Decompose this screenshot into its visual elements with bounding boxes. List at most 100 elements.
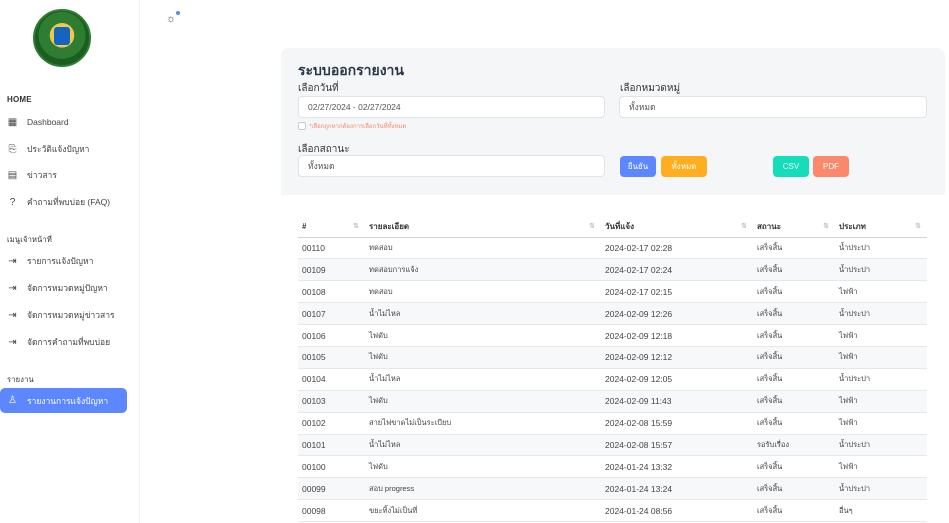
cell-type: ไฟฟ้า — [835, 346, 927, 369]
sidebar-item-dashboard[interactable]: ▦ Dashboard — [0, 111, 127, 133]
cell-status: เสร็จสิ้น — [753, 346, 835, 369]
cell-id: 00108 — [298, 280, 365, 304]
sidebar-item-label: จัดการหมวดหมู่ข่าวสาร — [27, 310, 115, 320]
cell-date: 2024-02-09 12:05 — [601, 368, 753, 391]
sidebar-item-news[interactable]: ▤ ข่าวสาร — [0, 164, 127, 186]
cell-id: 00101 — [298, 434, 365, 457]
cell-detail: ไฟดับ — [365, 324, 601, 347]
cell-status: เสร็จสิ้น — [753, 324, 835, 347]
cell-status: เสร็จสิ้น — [753, 368, 835, 391]
cell-detail: ไฟดับ — [365, 455, 601, 479]
table-row[interactable]: 00110 ทดสอบ 2024-02-17 02:28 เสร็จสิ้น น้ำปร… — [298, 237, 927, 260]
cell-type: น้ำประปา — [835, 368, 927, 391]
export-pdf-button[interactable]: PDF — [813, 156, 849, 177]
category-select[interactable]: ทั้งหมด — [619, 96, 927, 118]
login-icon: ⇥ — [8, 255, 17, 267]
cell-type: น้ำประปา — [835, 434, 927, 457]
sidebar-item-faq-manage[interactable]: ⇥ จัดการคำถามที่พบบ่อย — [0, 331, 127, 353]
cell-status: เสร็จสิ้น — [753, 499, 835, 523]
table-row[interactable]: 00105 ไฟดับ 2024-02-09 12:12 เสร็จสิ้น ไฟฟ้า — [298, 346, 927, 369]
column-header-status[interactable]: สถานะ ⇅ — [753, 216, 835, 238]
cell-detail: ไฟดับ — [365, 346, 601, 369]
municipality-logo — [33, 9, 91, 67]
cell-date: 2024-02-09 12:12 — [601, 346, 753, 369]
cell-id: 00110 — [298, 237, 365, 260]
all-dates-checkbox[interactable] — [298, 122, 306, 130]
cell-type: น้ำประปา — [835, 237, 927, 260]
cell-id: 00099 — [298, 477, 365, 501]
column-header-date[interactable]: วันที่แจ้ง ⇅ — [601, 216, 753, 238]
column-header-id[interactable]: # ⇅ — [298, 216, 365, 238]
cell-status: เสร็จสิ้น — [753, 280, 835, 304]
cell-date: 2024-02-08 15:59 — [601, 412, 753, 435]
cell-status: เสร็จสิ้น — [753, 237, 835, 260]
table-row[interactable]: 00098 ขยะทิ้งไม่เป็นที่ 2024-01-24 08:56 เส… — [298, 499, 927, 523]
cell-detail: น้ำไม่ไหล — [365, 434, 601, 457]
cell-status: เสร็จสิ้น — [753, 412, 835, 435]
sort-icon: ⇅ — [823, 223, 829, 230]
report-card: ระบบออกรายงาน เลือกวันที่ 02/27/2024 - 0… — [281, 48, 945, 523]
column-header-type[interactable]: ประเภท ⇅ — [835, 216, 927, 238]
report-table: # ⇅ รายละเอียด ⇅ วันที่แจ้ง ⇅ สถานะ ⇅ ประเภท… — [298, 216, 927, 523]
date-range-input[interactable]: 02/27/2024 - 02/27/2024 — [298, 96, 605, 118]
cell-detail: สายไฟขาดไม่เป็นระเบียบ — [365, 412, 601, 435]
sidebar-item-faq[interactable]: ? คำถามที่พบบ่อย (FAQ) — [0, 191, 127, 213]
cell-type: อื่นๆ — [835, 499, 927, 523]
table-row[interactable]: 00106 ไฟดับ 2024-02-09 12:18 เสร็จสิ้น ไฟฟ้า — [298, 324, 927, 347]
history-icon: ⎘ — [8, 143, 17, 155]
cell-status: รอรับเรื่อง — [753, 434, 835, 457]
table-row[interactable]: 00102 สายไฟขาดไม่เป็นระเบียบ 2024-02-08 15… — [298, 412, 927, 435]
table-row[interactable]: 00101 น้ำไม่ไหล 2024-02-08 15:57 รอรับเรื่อ… — [298, 434, 927, 457]
cell-id: 00100 — [298, 455, 365, 479]
cell-type: ไฟฟ้า — [835, 324, 927, 347]
status-select[interactable]: ทั้งหมด — [298, 155, 605, 177]
cell-detail: น้ำไม่ไหล — [365, 368, 601, 391]
sidebar-item-label: Dashboard — [27, 117, 69, 127]
cell-id: 00107 — [298, 302, 365, 326]
table-row[interactable]: 00108 ทดสอบ 2024-02-17 02:15 เสร็จสิ้น ไฟฟ้า — [298, 280, 927, 304]
confirm-button[interactable]: ยืนยัน — [620, 156, 656, 177]
cell-type: น้ำประปา — [835, 477, 927, 501]
notification-bell-icon[interactable]: ☼ — [166, 11, 180, 25]
cell-type: ไฟฟ้า — [835, 455, 927, 479]
export-csv-button[interactable]: CSV — [773, 156, 809, 177]
date-label: เลือกวันที่ — [298, 83, 339, 94]
login-icon: ⇥ — [8, 282, 17, 294]
sidebar-item-label: จัดการคำถามที่พบบ่อย — [27, 337, 111, 347]
cell-detail: ขยะทิ้งไม่เป็นที่ — [365, 499, 601, 523]
menu-header-home: HOME — [7, 95, 32, 104]
table-row[interactable]: 00109 ทดสอบการแจ้ง 2024-02-17 02:24 เสร็จสิ… — [298, 258, 927, 282]
sidebar-item-history[interactable]: ⎘ ประวัติแจ้งปัญหา — [0, 138, 127, 160]
cell-status: เสร็จสิ้น — [753, 455, 835, 479]
user-icon: ♙ — [8, 395, 17, 406]
table-row[interactable]: 00107 น้ำไม่ไหล 2024-02-09 12:26 เสร็จสิ้นน… — [298, 302, 927, 326]
table-body: 00110 ทดสอบ 2024-02-17 02:28 เสร็จสิ้น น้ำปร… — [298, 237, 927, 523]
filter-panel: ระบบออกรายงาน เลือกวันที่ 02/27/2024 - 0… — [281, 48, 945, 195]
sidebar-item-problem-list[interactable]: ⇥ รายการแจ้งปัญหา — [0, 250, 127, 272]
page-title: ระบบออกรายงาน — [298, 62, 404, 78]
date-hint[interactable]: *เลือกถูกหากต้องการเลือกวันที่ทั้งหมด — [298, 121, 406, 131]
cell-status: เสร็จสิ้น — [753, 258, 835, 282]
column-header-detail[interactable]: รายละเอียด ⇅ — [365, 216, 601, 238]
cell-date: 2024-01-24 08:56 — [601, 499, 753, 523]
cell-status: เสร็จสิ้น — [753, 302, 835, 326]
category-label: เลือกหมวดหมู่ — [620, 83, 681, 94]
cell-detail: ทดสอบ — [365, 280, 601, 304]
sort-icon: ⇅ — [353, 223, 359, 230]
cell-id: 00104 — [298, 368, 365, 391]
show-all-button[interactable]: ทั้งหมด — [661, 156, 707, 177]
sidebar-item-label: รายงานการแจ้งปัญหา — [27, 395, 109, 406]
sidebar-item-problem-category[interactable]: ⇥ จัดการหมวดหมู่ปัญหา — [0, 277, 127, 299]
cell-detail: น้ำไม่ไหล — [365, 302, 601, 326]
cell-type: ไฟฟ้า — [835, 412, 927, 435]
sidebar-item-news-category[interactable]: ⇥ จัดการหมวดหมู่ข่าวสาร — [0, 304, 127, 326]
table-row[interactable]: 00100 ไฟดับ 2024-01-24 13:32 เสร็จสิ้น ไฟฟ้า — [298, 455, 927, 479]
sidebar-item-label: ประวัติแจ้งปัญหา — [27, 144, 90, 154]
sidebar-item-report[interactable]: ♙ รายงานการแจ้งปัญหา — [0, 388, 127, 413]
cell-date: 2024-02-08 15:57 — [601, 434, 753, 457]
cell-date: 2024-02-17 02:24 — [601, 258, 753, 282]
table-row[interactable]: 00099 สอบ progress 2024-01-24 13:24 เสร็จสิ… — [298, 477, 927, 501]
cell-type: ไฟฟ้า — [835, 390, 927, 413]
table-row[interactable]: 00103 ไฟดับ 2024-02-09 11:43 เสร็จสิ้น ไฟฟ้า — [298, 390, 927, 413]
table-row[interactable]: 00104 น้ำไม่ไหล 2024-02-09 12:05 เสร็จสิ้นน… — [298, 368, 927, 391]
